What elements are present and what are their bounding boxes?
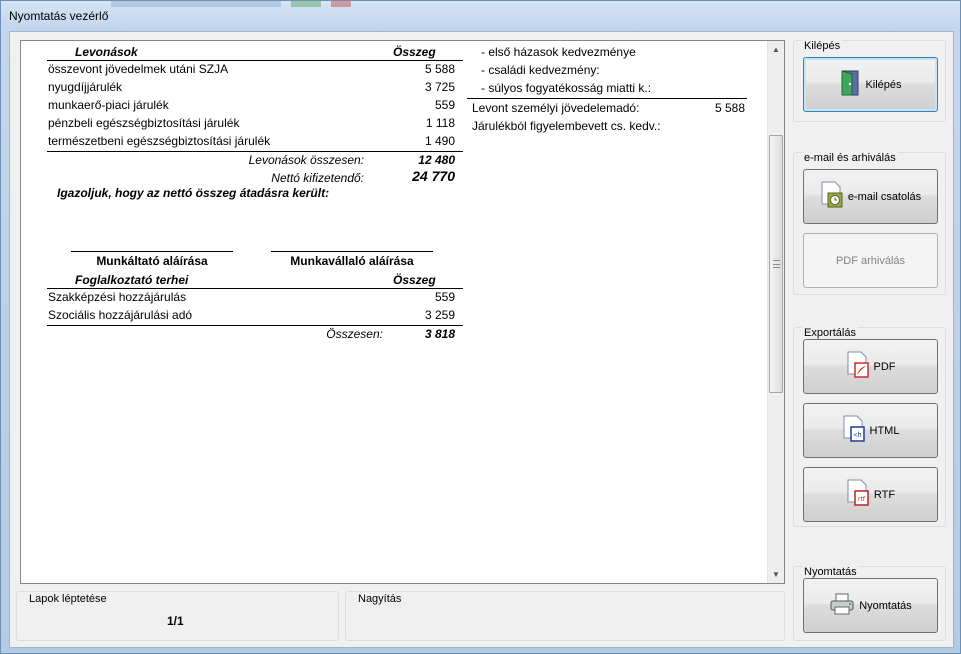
deduction-row-label: nyugdíjjárulék [48, 80, 123, 94]
export-html-label: HTML [869, 424, 900, 437]
employer-cost-row-amount: 3 259 [424, 308, 455, 322]
print-group-title: Nyomtatás [802, 566, 859, 578]
client-area: Levonások Összeg összevont jövedelmek ut… [9, 31, 954, 648]
exit-group-title: Kilépés [802, 40, 843, 52]
report-page: Levonások Összeg összevont jövedelmek ut… [21, 41, 769, 583]
paging-group: Lapok léptetése 1/1 [16, 591, 339, 641]
employer-costs-total-label: Összesen: [326, 327, 383, 341]
employer-costs-header-amount: Összeg [393, 273, 436, 287]
export-pdf-button[interactable]: PDF [803, 339, 938, 394]
divider [47, 325, 463, 326]
withheld-tax-amount: 5 588 [714, 101, 745, 115]
print-button-label: Nyomtatás [859, 599, 912, 612]
divider [47, 151, 463, 152]
zoom-title: Nagyítás [356, 593, 404, 605]
email-archive-group: e-mail és arhiválás e-mail csatolás PDF … [793, 152, 946, 295]
employee-signature-label: Munkavállaló aláírása [290, 254, 414, 268]
page-indicator: 1/1 [167, 614, 184, 628]
withheld-tax-label: Levont személyi jövedelemadó: [472, 101, 640, 115]
scroll-down-arrow-icon[interactable]: ▼ [768, 566, 784, 583]
exit-group: Kilépés Kilépés [793, 40, 946, 122]
print-group: Nyomtatás Nyomtatás [793, 566, 946, 641]
svg-text:rtf: rtf [858, 496, 866, 503]
report-preview[interactable]: Levonások Összeg összevont jövedelmek ut… [20, 40, 785, 584]
signature-line [271, 251, 433, 252]
preview-vertical-scrollbar[interactable]: ▲ ▼ [767, 41, 784, 583]
export-pdf-label: PDF [873, 360, 896, 373]
deductions-header-label: Levonások [75, 45, 138, 59]
deduction-row-amount: 1 118 [425, 116, 455, 130]
export-html-button[interactable]: <h HTML [803, 403, 938, 458]
right-item: - súlyos fogyatékosság miatti k.: [481, 81, 652, 95]
deduction-row-amount: 3 725 [424, 80, 455, 94]
pdf-archive-label: PDF arhiválás [835, 254, 906, 267]
print-button[interactable]: Nyomtatás [803, 578, 938, 633]
html-file-icon: <h [842, 415, 866, 446]
deduction-row-amount: 5 588 [424, 62, 455, 76]
exit-button-label: Kilépés [865, 78, 902, 91]
deduction-row-label: összevont jövedelmek utáni SZJA [48, 62, 229, 76]
paging-title: Lapok léptetése [27, 593, 109, 605]
scroll-up-arrow-icon[interactable]: ▲ [768, 41, 784, 58]
window-title: Nyomtatás vezérlő [9, 9, 109, 23]
deduction-row-label: pénzbeli egészségbiztosítási járulék [48, 116, 240, 130]
divider [47, 288, 463, 289]
employer-costs-header-label: Foglalkoztató terhei [75, 273, 189, 287]
export-group-title: Exportálás [802, 327, 858, 339]
scroll-thumb[interactable] [769, 135, 783, 393]
svg-text:<h: <h [853, 431, 861, 439]
employer-cost-row-label: Szakképzési hozzájárulás [48, 290, 187, 304]
email-attach-button[interactable]: e-mail csatolás [803, 169, 938, 224]
contribution-allowance-label: Járulékból figyelembevett cs. kedv.: [472, 119, 661, 133]
export-group: Exportálás PDF <h HTML rtf RTF [793, 327, 946, 527]
rtf-file-icon: rtf [846, 479, 870, 510]
printer-icon [829, 593, 855, 618]
pdf-archive-button[interactable]: PDF arhiválás [803, 233, 938, 288]
deductions-header-amount: Összeg [393, 45, 436, 59]
certify-text: Igazoljuk, hogy az nettó összeg átadásra… [57, 186, 330, 200]
deduction-row-amount: 559 [434, 98, 455, 112]
exit-button[interactable]: Kilépés [803, 57, 938, 112]
zoom-group: Nagyítás [345, 591, 785, 641]
email-attach-icon [820, 181, 844, 212]
net-payable-amount: 24 770 [412, 168, 455, 184]
employer-costs-total-amount: 3 818 [424, 327, 455, 341]
divider [467, 98, 747, 99]
export-rtf-label: RTF [873, 488, 896, 501]
deduction-row-label: természetbeni egészségbiztosítási járulé… [48, 134, 271, 148]
employer-cost-row-amount: 559 [434, 290, 455, 304]
deduction-row-label: munkaerő-piaci járulék [48, 98, 169, 112]
right-item: - családi kedvezmény: [481, 63, 600, 77]
export-rtf-button[interactable]: rtf RTF [803, 467, 938, 522]
pdf-file-icon [846, 351, 870, 382]
deductions-total-amount: 12 480 [418, 153, 455, 167]
deduction-row-amount: 1 490 [424, 134, 455, 148]
email-group-title: e-mail és arhiválás [802, 152, 898, 164]
email-attach-label: e-mail csatolás [847, 190, 922, 203]
right-item: - első házasok kedvezménye [481, 45, 636, 59]
signature-line [71, 251, 233, 252]
employer-cost-row-label: Szociális hozzájárulási adó [48, 308, 193, 322]
employer-signature-label: Munkáltató aláírása [96, 254, 208, 268]
door-exit-icon [839, 70, 861, 99]
print-controller-window: Nyomtatás vezérlő Levonások Összeg össze… [0, 0, 961, 654]
net-payable-label: Nettó kifizetendő: [271, 171, 364, 185]
divider [47, 60, 463, 61]
deductions-total-label: Levonások összesen: [248, 153, 364, 167]
title-bar: Nyomtatás vezérlő [1, 1, 960, 29]
